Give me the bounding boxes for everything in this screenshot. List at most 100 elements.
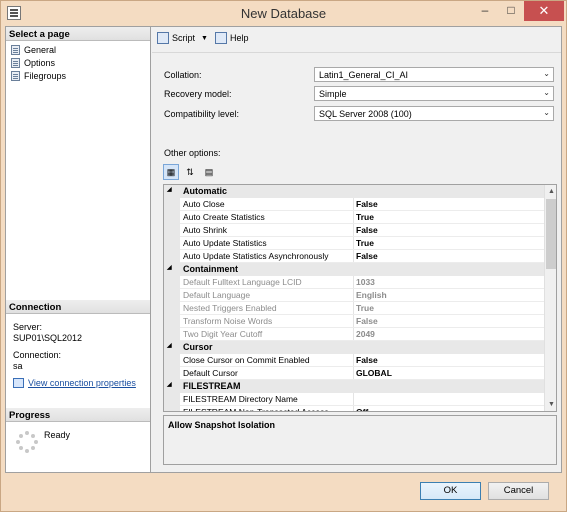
grid-property-row[interactable]: FILESTREAM Non-Transacted Access Off bbox=[164, 406, 544, 412]
chevron-down-icon[interactable]: ▼ bbox=[201, 35, 208, 42]
property-name: Auto Update Statistics Asynchronously bbox=[183, 251, 329, 261]
property-value[interactable]: English bbox=[356, 290, 387, 300]
grid-property-row[interactable]: Transform Noise Words False bbox=[164, 315, 544, 328]
dialog-content: Select a page General Options Filegroups… bbox=[5, 26, 562, 473]
property-grid-toolbar: ▦ ⇅ ▤ bbox=[163, 164, 220, 181]
property-value[interactable]: 1033 bbox=[356, 277, 375, 287]
property-value[interactable]: GLOBAL bbox=[356, 368, 392, 378]
options-page: Script ▼ Help Collation: Latin1_General_… bbox=[152, 27, 561, 472]
ok-button[interactable]: OK bbox=[420, 482, 481, 500]
grid-property-row[interactable]: Default Fulltext Language LCID 1033 bbox=[164, 276, 544, 289]
minimize-button[interactable]: – bbox=[472, 1, 498, 21]
grid-property-row[interactable]: Auto Close False bbox=[164, 198, 544, 211]
page-label: Options bbox=[24, 57, 56, 68]
grid-scrollbar[interactable]: ▲ ▼ bbox=[544, 185, 556, 411]
alphabetical-sort-icon[interactable]: ⇅ bbox=[182, 164, 198, 180]
other-options-grid: ◢ Automatic Auto Close False Auto Create Sta… bbox=[163, 184, 557, 412]
grid-property-row[interactable]: FILESTREAM Directory Name bbox=[164, 393, 544, 406]
connection-label: Connection: bbox=[13, 350, 62, 360]
chevron-down-icon: ⌄ bbox=[543, 88, 550, 97]
grid-category-row[interactable]: ◢ Cursor bbox=[164, 341, 544, 354]
close-button[interactable]: ✕ bbox=[524, 1, 564, 21]
grid-property-row[interactable]: Auto Create Statistics True bbox=[164, 211, 544, 224]
grid-property-row[interactable]: Auto Shrink False bbox=[164, 224, 544, 237]
collapse-icon[interactable]: ◢ bbox=[167, 186, 172, 193]
view-connection-properties-label: View connection properties bbox=[28, 378, 136, 388]
property-value[interactable]: False bbox=[356, 316, 378, 326]
page-options[interactable]: Options bbox=[11, 56, 55, 69]
property-name: FILESTREAM Non-Transacted Access bbox=[183, 407, 329, 412]
connection-header: Connection bbox=[6, 300, 150, 314]
scroll-thumb[interactable] bbox=[546, 199, 556, 269]
grid-gutter bbox=[164, 367, 180, 380]
property-name: Auto Create Statistics bbox=[183, 212, 265, 222]
grid-gutter bbox=[164, 315, 180, 328]
maximize-button[interactable]: □ bbox=[498, 1, 524, 21]
toolbar: Script ▼ Help bbox=[152, 27, 561, 53]
grid-gutter bbox=[164, 198, 180, 211]
recovery-model-label: Recovery model: bbox=[164, 89, 232, 99]
server-label: Server: bbox=[13, 322, 43, 332]
collation-select[interactable]: Latin1_General_CI_AI ⌄ bbox=[314, 67, 554, 82]
property-value[interactable]: False bbox=[356, 199, 378, 209]
recovery-model-select[interactable]: Simple ⌄ bbox=[314, 86, 554, 101]
property-name: Auto Update Statistics bbox=[183, 238, 267, 248]
help-button[interactable]: Help bbox=[215, 32, 249, 44]
scroll-up-icon[interactable]: ▲ bbox=[545, 185, 556, 198]
property-name: FILESTREAM Directory Name bbox=[183, 394, 298, 404]
collapse-icon[interactable]: ◢ bbox=[167, 342, 172, 349]
property-name: Nested Triggers Enabled bbox=[183, 303, 277, 313]
page-general[interactable]: General bbox=[11, 43, 56, 56]
page-icon bbox=[11, 44, 20, 55]
property-value[interactable]: True bbox=[356, 238, 374, 248]
property-value[interactable]: Off bbox=[356, 407, 368, 411]
progress-spinner-icon bbox=[16, 431, 38, 453]
property-value[interactable]: False bbox=[356, 251, 378, 261]
grid-category-row[interactable]: ◢ Containment bbox=[164, 263, 544, 276]
property-value[interactable]: True bbox=[356, 212, 374, 222]
grid-property-row[interactable]: Auto Update Statistics Asynchronously Fal… bbox=[164, 250, 544, 263]
page-icon bbox=[11, 70, 20, 81]
properties-icon bbox=[13, 378, 24, 388]
property-value[interactable]: False bbox=[356, 355, 378, 365]
grid-category-row[interactable]: ◢ FILESTREAM bbox=[164, 380, 544, 393]
compatibility-level-label: Compatibility level: bbox=[164, 109, 240, 119]
grid-gutter bbox=[164, 393, 180, 406]
grid-property-row[interactable]: Auto Update Statistics True bbox=[164, 237, 544, 250]
grid-property-row[interactable]: Default Language English bbox=[164, 289, 544, 302]
property-name: Default Cursor bbox=[183, 368, 238, 378]
property-value[interactable]: False bbox=[356, 225, 378, 235]
categorized-icon[interactable]: ▦ bbox=[163, 164, 179, 180]
grid-property-row[interactable]: Two Digit Year Cutoff 2049 bbox=[164, 328, 544, 341]
grid-category-row[interactable]: ◢ Automatic bbox=[164, 185, 544, 198]
grid-property-row[interactable]: Nested Triggers Enabled True bbox=[164, 302, 544, 315]
chevron-down-icon: ⌄ bbox=[543, 69, 550, 78]
collapse-icon[interactable]: ◢ bbox=[167, 264, 172, 271]
property-name: Auto Close bbox=[183, 199, 225, 209]
grid-property-row[interactable]: Close Cursor on Commit Enabled False bbox=[164, 354, 544, 367]
property-pages-icon[interactable]: ▤ bbox=[201, 164, 217, 180]
compatibility-level-select[interactable]: SQL Server 2008 (100) ⌄ bbox=[314, 106, 554, 121]
cancel-button[interactable]: Cancel bbox=[488, 482, 549, 500]
grid-gutter bbox=[164, 237, 180, 250]
grid-gutter bbox=[164, 302, 180, 315]
progress-status: Ready bbox=[44, 430, 71, 440]
collapse-icon[interactable]: ◢ bbox=[167, 381, 172, 388]
scroll-down-icon[interactable]: ▼ bbox=[545, 398, 556, 411]
page-filegroups[interactable]: Filegroups bbox=[11, 69, 66, 82]
column-divider bbox=[353, 406, 354, 411]
property-value[interactable]: True bbox=[356, 303, 374, 313]
grid-gutter bbox=[164, 406, 180, 411]
grid-property-row[interactable]: Default Cursor GLOBAL bbox=[164, 367, 544, 380]
collation-label: Collation: bbox=[164, 70, 202, 80]
property-value[interactable]: 2049 bbox=[356, 329, 375, 339]
property-description-title: Allow Snapshot Isolation bbox=[168, 420, 276, 430]
view-connection-properties-link[interactable]: View connection properties bbox=[13, 378, 136, 388]
other-options-label: Other options: bbox=[164, 148, 221, 158]
script-label: Script bbox=[172, 33, 196, 43]
script-button[interactable]: Script ▼ bbox=[157, 32, 208, 44]
chevron-down-icon: ⌄ bbox=[543, 108, 550, 117]
collation-value: Latin1_General_CI_AI bbox=[319, 70, 409, 80]
grid-gutter bbox=[164, 289, 180, 302]
page-icon bbox=[11, 57, 20, 68]
